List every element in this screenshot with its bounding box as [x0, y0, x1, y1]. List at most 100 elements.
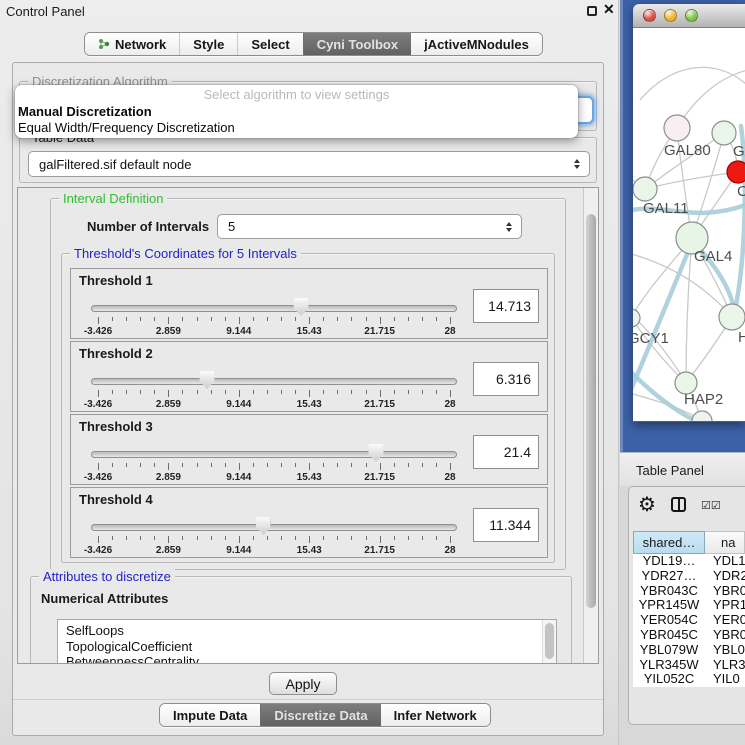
zoom-traffic-light-icon[interactable] [685, 9, 698, 22]
network-node[interactable] [692, 411, 712, 421]
cell-shared-name: YBL079W [633, 643, 705, 658]
attribute-items: SelfLoopsTopologicalCoefficientBetweenne… [58, 620, 556, 664]
threshold-3-slider[interactable]: -3.4262.8599.14415.4321.71528 [91, 443, 457, 485]
threshold-4-value[interactable]: 11.344 [473, 508, 539, 542]
threshold-1-value[interactable]: 14.713 [473, 289, 539, 323]
network-node[interactable] [664, 115, 690, 141]
network-edge[interactable] [645, 172, 738, 189]
list-item[interactable]: BetweennessCentrality [66, 654, 556, 664]
network-node[interactable] [712, 121, 736, 145]
threshold-3-box: Threshold 3-3.4262.8599.14415.4321.71528… [70, 414, 548, 485]
table-toolbar: ⚙ ☑☑ [629, 487, 745, 529]
tab-jactivemnodules[interactable]: jActiveMNodules [411, 33, 542, 55]
threshold-2-value[interactable]: 6.316 [473, 362, 539, 396]
column-header-shared-name[interactable]: shared… [633, 531, 705, 554]
table-data-group: Table Data galFiltered.sif default node [19, 137, 597, 183]
tab-bottom-impute-data[interactable]: Impute Data [160, 704, 260, 726]
table-panel-titlebar: Table Panel [620, 452, 745, 486]
scrollbar-vertical[interactable] [583, 188, 598, 663]
float-icon[interactable] [587, 6, 597, 16]
tab-label: Infer Network [394, 708, 477, 723]
node-table: shared… na YDL19…YDL1YDR27…YDR2YBR043CYB… [633, 531, 745, 724]
network-node[interactable] [727, 161, 745, 183]
control-panel: Control Panel ✕ NetworkStyleSelectCyni T… [0, 0, 619, 745]
column-header-name[interactable]: na [705, 531, 745, 554]
tab-label: Discretize Data [274, 708, 367, 723]
threshold-3-value[interactable]: 21.4 [473, 435, 539, 469]
table-row[interactable]: YLR345WYLR3 [633, 658, 745, 673]
tab-bottom-discretize-data[interactable]: Discretize Data [260, 704, 380, 726]
list-item[interactable]: SelfLoops [66, 623, 556, 639]
network-canvas[interactable]: GAL80GALCGAL11GAL4GCY1HHAP2 [633, 28, 745, 421]
num-intervals-label: Number of Intervals [87, 219, 209, 234]
tab-label: jActiveMNodules [424, 37, 529, 52]
node-label: C [737, 183, 745, 200]
tab-label: Network [115, 37, 166, 52]
cell-shared-name: YDR27… [633, 569, 705, 584]
node-label: GCY1 [633, 330, 669, 347]
numerical-attributes-label: Numerical Attributes [41, 591, 168, 606]
table-data-combobox[interactable]: galFiltered.sif default node [28, 151, 590, 177]
network-icon [98, 38, 110, 50]
network-edge[interactable] [633, 318, 686, 383]
network-node[interactable] [719, 304, 745, 330]
tab-bottom-infer-network[interactable]: Infer Network [381, 704, 490, 726]
slider-tick-labels: -3.4262.8599.14415.4321.71528 [98, 326, 450, 338]
cell-name: YBR0 [705, 584, 745, 599]
slider-thumb[interactable] [369, 444, 384, 462]
cell-shared-name: YDL19… [633, 554, 705, 569]
tab-label: Style [193, 37, 224, 52]
dropdown-option-manual-discretization[interactable]: Manual Discretization [15, 104, 578, 120]
dropdown-option-equal-width-frequency-discretization[interactable]: Equal Width/Frequency Discretization [15, 120, 578, 136]
threshold-4-slider[interactable]: -3.4262.8599.14415.4321.71528 [91, 516, 457, 558]
tab-label: Impute Data [173, 708, 247, 723]
table-row[interactable]: YPR145WYPR1 [633, 598, 745, 613]
table-row[interactable]: YIL052CYIL0 [633, 672, 745, 687]
algorithm-dropdown: Select algorithm to view settings Manual… [15, 85, 578, 138]
tab-label: Select [251, 37, 289, 52]
network-node[interactable] [633, 309, 640, 327]
apply-button[interactable]: Apply [269, 672, 337, 695]
network-node[interactable] [633, 177, 657, 201]
table-row[interactable]: YBR043CYBR0 [633, 584, 745, 599]
thresholds-group-title: Threshold's Coordinates for 5 Intervals [70, 246, 301, 261]
table-panel: ⚙ ☑☑ shared… na YDL19…YDL1YDR27…YDR2YBR0… [628, 486, 745, 725]
cell-name: YIL0 [705, 672, 745, 687]
network-edge[interactable] [640, 67, 745, 100]
tab-style[interactable]: Style [179, 33, 237, 55]
table-row[interactable]: YDR27…YDR2 [633, 569, 745, 584]
table-rows: YDL19…YDL1YDR27…YDR2YBR043CYBR0YPR145WYP… [633, 554, 745, 687]
tab-network[interactable]: Network [85, 33, 179, 55]
cell-name: YDR2 [705, 569, 745, 584]
attributes-group-title: Attributes to discretize [39, 569, 175, 584]
tab-select[interactable]: Select [237, 33, 302, 55]
close-icon[interactable]: ✕ [603, 1, 615, 18]
close-traffic-light-icon[interactable] [643, 9, 656, 22]
slider-ticks [98, 390, 450, 398]
threshold-1-slider[interactable]: -3.4262.8599.14415.4321.71528 [91, 297, 457, 339]
threshold-2-box: Threshold 2-3.4262.8599.14415.4321.71528… [70, 341, 548, 412]
cell-shared-name: YPR145W [633, 598, 705, 613]
interval-definition-group: Interval Definition Number of Intervals … [50, 198, 566, 570]
table-row[interactable]: YDL19…YDL1 [633, 554, 745, 569]
table-row[interactable]: YBL079WYBL0 [633, 643, 745, 658]
select-columns-icon[interactable]: ☑☑ [701, 499, 721, 512]
threshold-2-slider[interactable]: -3.4262.8599.14415.4321.71528 [91, 370, 457, 412]
list-scrollbar[interactable] [542, 620, 556, 664]
numerical-attributes-list[interactable]: SelfLoopsTopologicalCoefficientBetweenne… [57, 619, 557, 664]
minimize-traffic-light-icon[interactable] [664, 9, 677, 22]
slider-thumb[interactable] [200, 371, 215, 389]
slider-thumb[interactable] [256, 517, 271, 535]
scrollbar-thumb[interactable] [586, 214, 596, 608]
node-label: GAL4 [694, 248, 732, 265]
table-row[interactable]: YBR045CYBR0 [633, 628, 745, 643]
cell-shared-name: YER054C [633, 613, 705, 628]
list-item[interactable]: TopologicalCoefficient [66, 639, 556, 655]
list-scrollbar-thumb[interactable] [545, 623, 554, 659]
table-row[interactable]: YER054CYER0 [633, 613, 745, 628]
gear-icon[interactable]: ⚙ [638, 492, 656, 517]
tab-cyni-toolbox[interactable]: Cyni Toolbox [303, 33, 411, 55]
columns-icon[interactable] [671, 497, 686, 512]
slider-thumb[interactable] [294, 298, 309, 316]
num-intervals-combobox[interactable]: 5 [217, 214, 522, 239]
